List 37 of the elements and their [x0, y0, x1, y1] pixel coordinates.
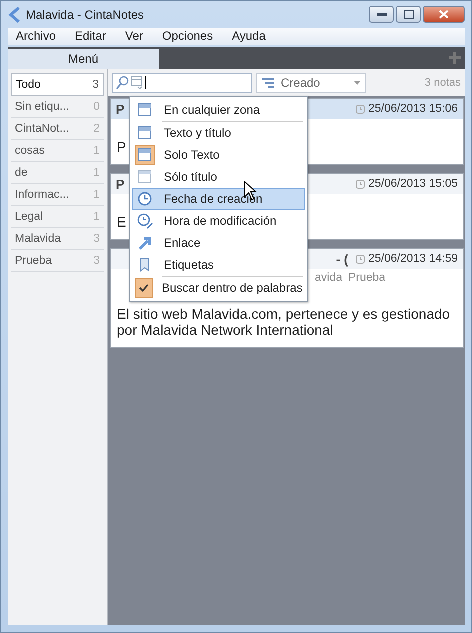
option-label: Buscar dentro de palabras: [162, 281, 303, 295]
option-label: Etiquetas: [164, 258, 214, 272]
tag-count: 3: [94, 232, 100, 244]
note-title: P: [116, 176, 125, 192]
tag-name: Prueba: [15, 254, 52, 266]
option-label: Fecha de creación: [164, 192, 263, 206]
tag-count: 1: [94, 210, 100, 222]
tag-count: 0: [94, 100, 100, 112]
note-date: 25/06/2013 14:59: [368, 253, 458, 265]
option-label: En cualquier zona: [164, 103, 260, 117]
tag-name: Legal: [15, 210, 44, 222]
option-label: Solo Texto: [164, 148, 220, 162]
note-text: P: [117, 139, 126, 155]
tag-count: 1: [94, 188, 100, 200]
tag-name: de: [15, 166, 28, 178]
note-text: E: [117, 214, 126, 230]
note-count: 3 notas: [424, 76, 461, 88]
tag-count: 2: [94, 122, 100, 134]
tag-count: 1: [94, 166, 100, 178]
tag-count: 1: [94, 144, 100, 156]
tag-name: CintaNot...: [15, 122, 70, 134]
note-date: 25/06/2013 15:06: [368, 103, 458, 115]
tag-count: 3: [94, 254, 100, 266]
tag-name: cosas: [15, 144, 46, 156]
tag-name: Malavida: [15, 232, 62, 244]
note-title: - (: [336, 252, 348, 266]
option-label: Texto y título: [164, 126, 232, 140]
option-label: Sólo título: [164, 170, 218, 184]
tag-count: 3: [92, 78, 99, 90]
option-label: Hora de modificación: [164, 214, 277, 228]
note-date: 25/06/2013 15:05: [368, 178, 458, 190]
window-title: Malavida - CintaNotes: [26, 8, 146, 22]
tag-name: Todo: [16, 78, 41, 90]
tag-name: Informac...: [15, 188, 70, 200]
note-text: El sitio web Malavida.com, pertenece y es gestionado por Malavida Network International: [117, 306, 450, 338]
tag-name: Sin etiqu...: [15, 100, 70, 112]
note-title: P: [116, 102, 125, 116]
